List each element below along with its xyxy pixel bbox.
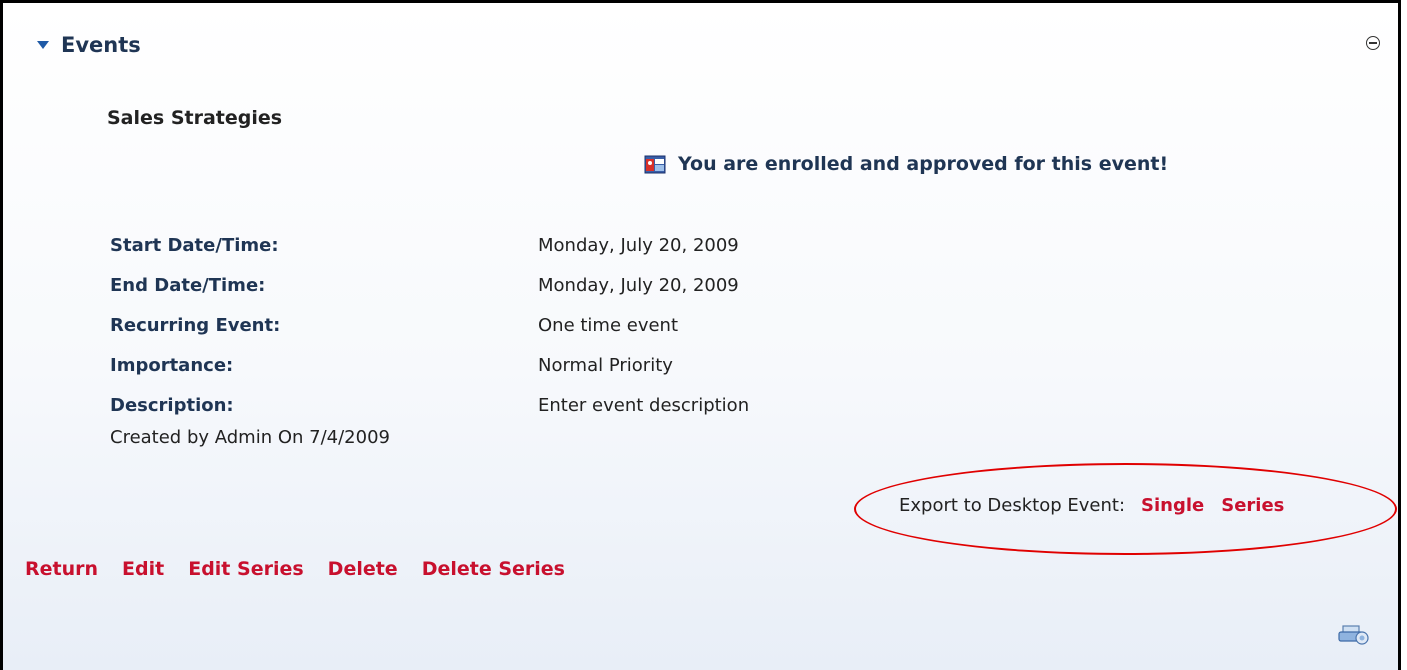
edit-series-link[interactable]: Edit Series — [188, 558, 303, 580]
field-value: Monday, July 20, 2009 — [538, 274, 739, 296]
panel-header[interactable]: Events — [37, 33, 141, 57]
event-title: Sales Strategies — [107, 107, 283, 129]
print-icon[interactable] — [1337, 623, 1371, 645]
event-enrolled-icon — [644, 155, 666, 174]
panel-title: Events — [61, 33, 141, 57]
edit-link[interactable]: Edit — [122, 558, 164, 580]
field-label: Start Date/Time: — [110, 234, 279, 256]
field-row-start: Start Date/Time: Monday, July 20, 2009 — [110, 225, 749, 265]
enrollment-status: You are enrolled and approved for this e… — [644, 153, 1168, 175]
delete-series-link[interactable]: Delete Series — [422, 558, 565, 580]
field-row-importance: Importance: Normal Priority — [110, 345, 749, 385]
export-desktop-event: Export to Desktop Event: Single Series — [899, 495, 1284, 516]
field-row-description: Description: Enter event description — [110, 385, 749, 425]
created-info: Created by Admin On 7/4/2009 — [110, 427, 390, 448]
status-message: You are enrolled and approved for this e… — [678, 153, 1169, 175]
collapse-triangle-icon[interactable] — [37, 41, 49, 49]
minimize-icon[interactable] — [1366, 36, 1380, 50]
field-label: Importance: — [110, 354, 234, 376]
field-label: End Date/Time: — [110, 274, 266, 296]
field-label: Description: — [110, 394, 234, 416]
field-label: Recurring Event: — [110, 314, 281, 336]
field-value: Monday, July 20, 2009 — [538, 234, 739, 256]
field-value: Normal Priority — [538, 354, 673, 376]
event-actions: Return Edit Edit Series Delete Delete Se… — [25, 558, 589, 580]
export-label: Export to Desktop Event: — [899, 495, 1126, 516]
delete-link[interactable]: Delete — [328, 558, 398, 580]
export-single-link[interactable]: Single — [1141, 495, 1204, 516]
export-series-link[interactable]: Series — [1221, 495, 1284, 516]
field-row-end: End Date/Time: Monday, July 20, 2009 — [110, 265, 749, 305]
events-panel: Events Sales Strategies You are enrolled… — [0, 0, 1401, 670]
field-value: One time event — [538, 314, 679, 336]
return-link[interactable]: Return — [25, 558, 98, 580]
event-details: Start Date/Time: Monday, July 20, 2009 E… — [110, 225, 749, 425]
field-row-recurring: Recurring Event: One time event — [110, 305, 749, 345]
field-value: Enter event description — [538, 394, 750, 416]
